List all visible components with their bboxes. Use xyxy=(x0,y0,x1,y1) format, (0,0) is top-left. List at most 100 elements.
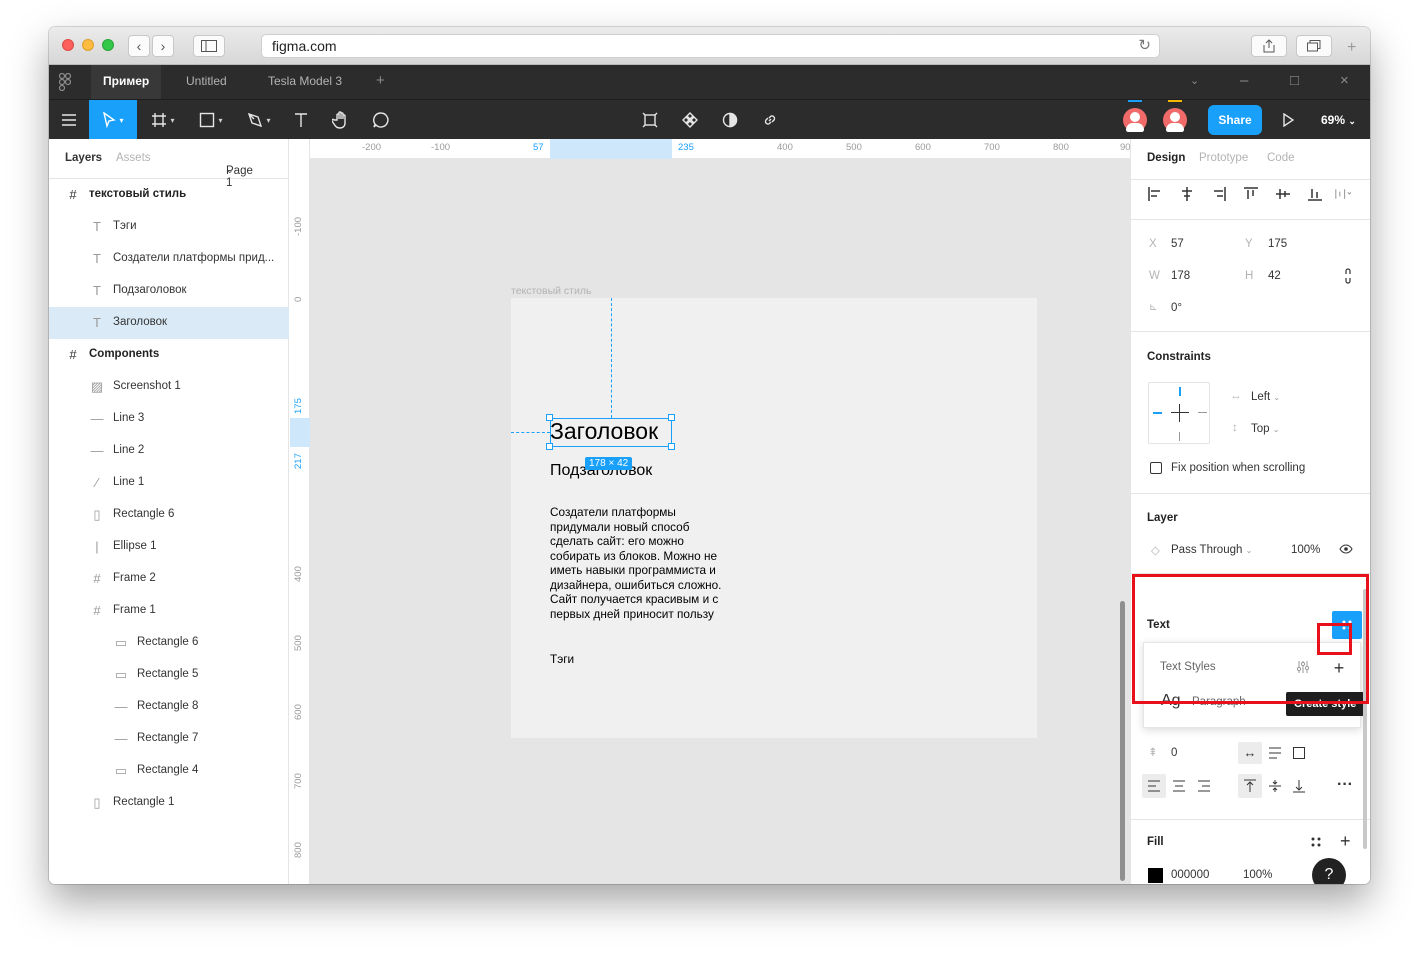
avatar[interactable] xyxy=(1123,108,1147,132)
resize-to-fit-button[interactable] xyxy=(630,100,670,140)
align-text-right-icon[interactable] xyxy=(1197,780,1211,792)
layer-row[interactable]: # Frame 2 xyxy=(49,563,289,595)
align-top-icon[interactable] xyxy=(1243,186,1259,202)
constraint-bottom-indicator[interactable] xyxy=(1179,432,1180,441)
minimize-icon[interactable]: – xyxy=(1240,65,1248,97)
x-input[interactable]: 57 xyxy=(1171,238,1184,250)
tab-primer[interactable]: Пример xyxy=(91,65,162,99)
eye-icon[interactable] xyxy=(1339,544,1353,554)
constraint-center-v[interactable] xyxy=(1179,404,1180,422)
address-bar[interactable]: figma.com ↻ xyxy=(261,34,1160,58)
constraint-top-indicator[interactable] xyxy=(1179,387,1181,396)
auto-height-icon[interactable] xyxy=(1268,747,1282,759)
fixed-size-icon[interactable] xyxy=(1293,747,1305,759)
tags-text[interactable]: Тэги xyxy=(550,652,574,666)
h-input[interactable]: 42 xyxy=(1268,270,1281,282)
layer-row[interactable]: ▯ Rectangle 6 xyxy=(49,499,289,531)
layer-row[interactable]: — Line 3 xyxy=(49,403,289,435)
tab-untitled[interactable]: Untitled xyxy=(174,65,239,99)
close-window-button[interactable] xyxy=(62,39,74,51)
tab-tesla[interactable]: Tesla Model 3 xyxy=(256,65,354,99)
auto-width-button[interactable]: ↔ xyxy=(1238,742,1262,764)
frame-tool-button[interactable]: ▾ xyxy=(141,100,185,140)
forward-button[interactable]: › xyxy=(152,35,174,57)
layer-row[interactable]: ▭ Rectangle 4 xyxy=(49,755,289,787)
layer-row[interactable]: ▨ Screenshot 1 xyxy=(49,371,289,403)
paragraph-text[interactable]: Создатели платформы придумали новый спос… xyxy=(550,505,736,621)
align-text-center-icon[interactable] xyxy=(1172,780,1186,792)
comment-tool-button[interactable] xyxy=(361,100,401,140)
constraint-vertical-select[interactable]: Top ⌄ xyxy=(1251,423,1279,435)
component-button[interactable] xyxy=(670,100,710,140)
layer-row[interactable]: # Frame 1 xyxy=(49,595,289,627)
layer-row[interactable]: T Тэги xyxy=(49,211,289,243)
sidebar-toggle-button[interactable] xyxy=(193,35,225,57)
layer-row[interactable]: T Заголовок xyxy=(49,307,289,339)
align-right-icon[interactable] xyxy=(1211,186,1227,202)
layer-row[interactable]: — Rectangle 8 xyxy=(49,691,289,723)
layer-row[interactable]: ▭ Rectangle 6 xyxy=(49,627,289,659)
layer-row[interactable]: ▯ Rectangle 1 xyxy=(49,787,289,819)
fill-styles-icon[interactable] xyxy=(1310,836,1322,848)
align-bottom-icon[interactable] xyxy=(1307,186,1323,202)
new-tab-icon[interactable]: + xyxy=(1347,39,1356,57)
tab-layers[interactable]: Layers xyxy=(65,152,102,164)
tabs-overview-button[interactable] xyxy=(1296,35,1332,57)
layer-row[interactable]: ▭ Rectangle 5 xyxy=(49,659,289,691)
text-align-left-button[interactable] xyxy=(1142,774,1166,798)
canvas[interactable]: -200 -100 57 235 400 500 600 700 800 90 … xyxy=(290,139,1130,884)
y-input[interactable]: 175 xyxy=(1268,238,1287,250)
back-button[interactable]: ‹ xyxy=(128,35,150,57)
close-icon[interactable]: × xyxy=(1340,65,1349,97)
new-file-tab-icon[interactable]: + xyxy=(376,65,385,97)
figma-logo-icon[interactable] xyxy=(58,72,75,92)
frame-label[interactable]: текстовый стиль xyxy=(511,285,591,297)
maximize-icon[interactable]: □ xyxy=(1290,65,1299,97)
align-horizontal-center-icon[interactable] xyxy=(1179,186,1195,202)
selection-box[interactable] xyxy=(550,418,672,447)
align-left-icon[interactable] xyxy=(1147,186,1163,202)
distribute-icon[interactable] xyxy=(1335,186,1351,202)
fix-position-checkbox[interactable] xyxy=(1150,462,1162,474)
resize-handle[interactable] xyxy=(546,414,553,421)
chevron-down-icon[interactable]: ⌄ xyxy=(1190,65,1199,97)
text-tool-button[interactable] xyxy=(281,100,321,140)
constraints-widget[interactable] xyxy=(1148,382,1210,444)
avatar[interactable] xyxy=(1163,108,1187,132)
align-middle-icon[interactable] xyxy=(1268,779,1282,793)
constraint-right-indicator[interactable] xyxy=(1198,412,1207,413)
align-bottom-icon[interactable] xyxy=(1292,779,1306,793)
present-button[interactable] xyxy=(1268,100,1308,140)
layer-row[interactable]: T Подзаголовок xyxy=(49,275,289,307)
resize-handle[interactable] xyxy=(668,443,675,450)
add-fill-icon[interactable]: + xyxy=(1340,831,1351,852)
tab-design[interactable]: Design xyxy=(1147,152,1185,164)
zoom-window-button[interactable] xyxy=(102,39,114,51)
canvas-scrollbar[interactable] xyxy=(1120,601,1125,881)
more-options-icon[interactable]: ··· xyxy=(1337,776,1353,794)
layer-row[interactable]: | Ellipse 1 xyxy=(49,531,289,563)
reload-icon[interactable]: ↻ xyxy=(1138,35,1151,57)
tab-prototype[interactable]: Prototype xyxy=(1199,152,1248,164)
fill-color-swatch[interactable] xyxy=(1148,868,1163,883)
tab-code[interactable]: Code xyxy=(1267,152,1295,164)
layer-row[interactable]: — Rectangle 7 xyxy=(49,723,289,755)
move-tool-button[interactable]: ▾ xyxy=(89,100,137,140)
layer-row[interactable]: ⁄ Line 1 xyxy=(49,467,289,499)
blend-mode-select[interactable]: Pass Through ⌄ xyxy=(1171,544,1252,556)
layer-row[interactable]: T Создатели платформы прид... xyxy=(49,243,289,275)
rotation-input[interactable]: 0° xyxy=(1171,302,1182,314)
tab-assets[interactable]: Assets xyxy=(116,152,151,164)
constrain-proportions-icon[interactable] xyxy=(1343,268,1353,284)
vertical-align-top-button[interactable] xyxy=(1238,774,1262,798)
align-vertical-center-icon[interactable] xyxy=(1275,186,1291,202)
share-button[interactable]: Share xyxy=(1208,105,1262,135)
layer-opacity-input[interactable]: 100% xyxy=(1291,544,1320,556)
constraint-left-indicator[interactable] xyxy=(1153,412,1162,414)
hand-tool-button[interactable] xyxy=(321,100,361,140)
fill-opacity-input[interactable]: 100% xyxy=(1243,869,1272,881)
link-button[interactable] xyxy=(750,100,790,140)
zoom-dropdown[interactable]: 69% ⌄ xyxy=(1321,100,1356,141)
minimize-window-button[interactable] xyxy=(82,39,94,51)
share-page-button[interactable] xyxy=(1251,35,1287,57)
